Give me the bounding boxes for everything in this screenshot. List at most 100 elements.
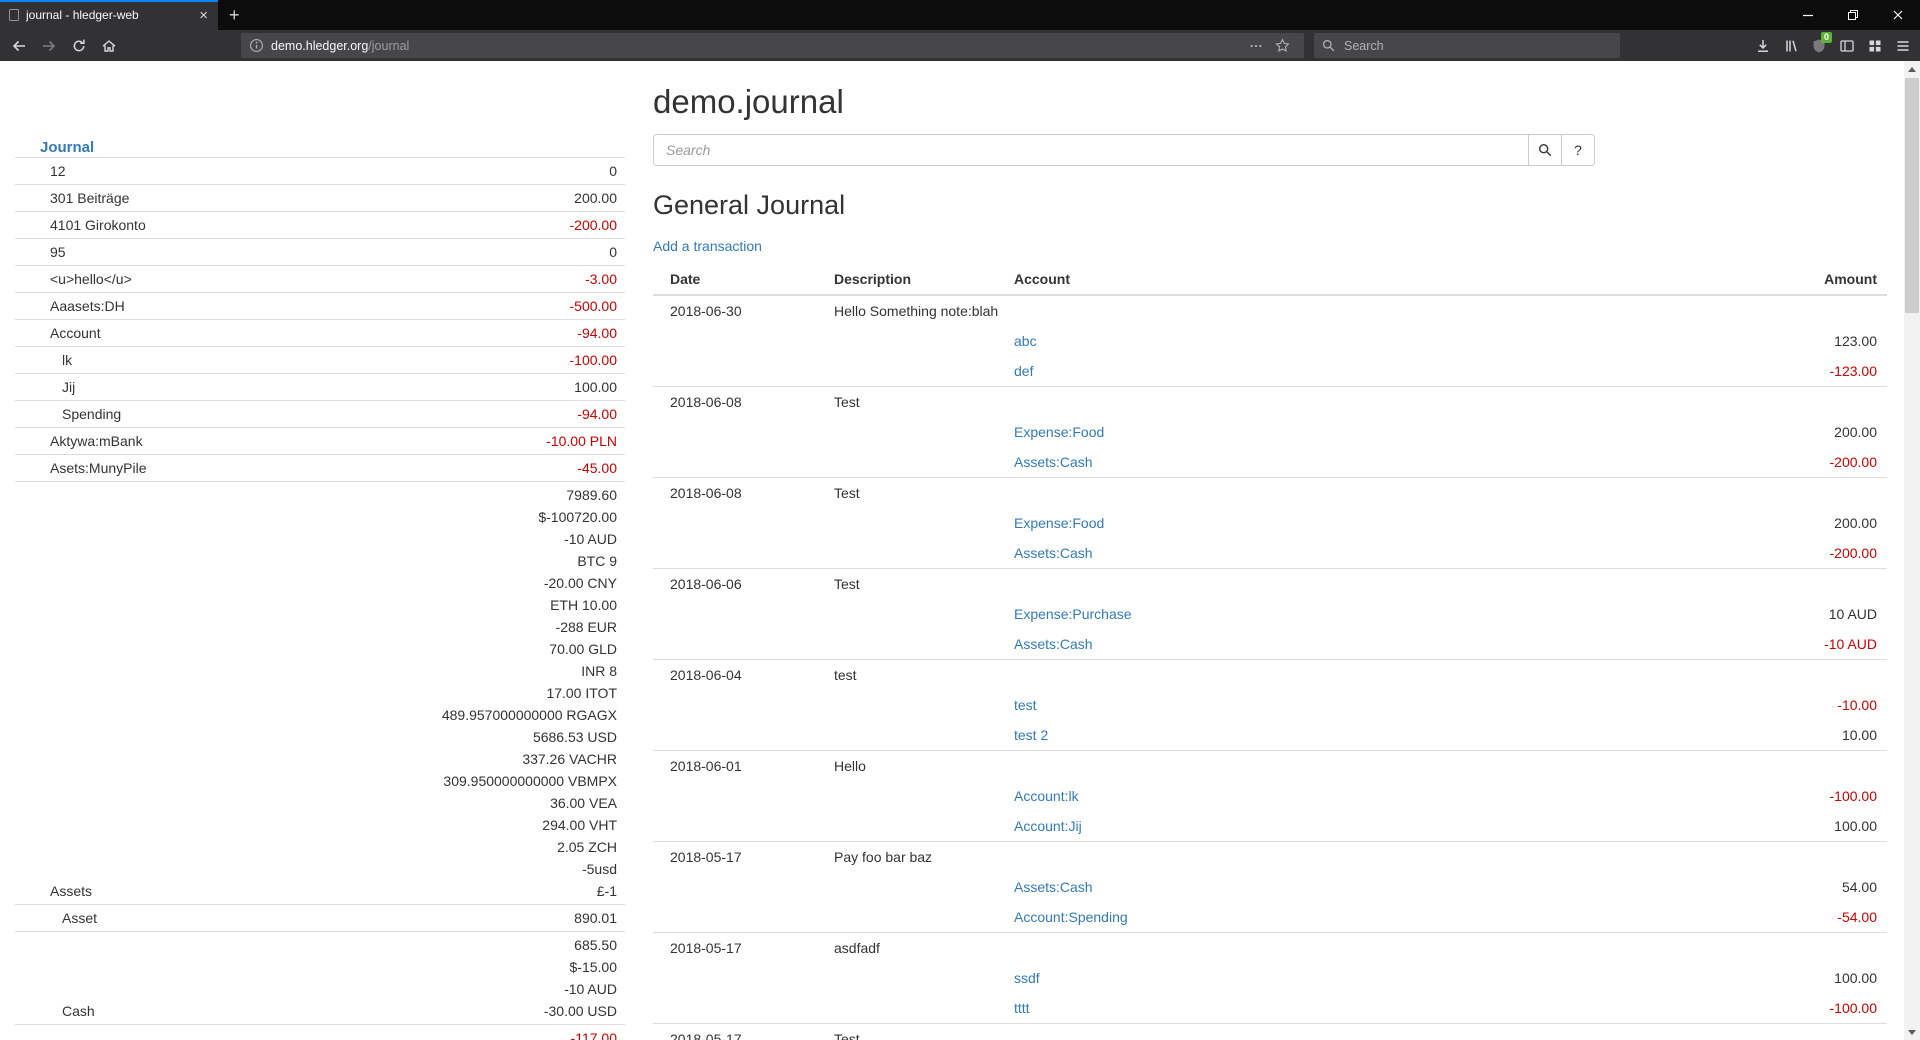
account-name[interactable]: <u>hello</u> [15, 266, 270, 293]
journal-main: demo.journal ? General Journal Add a tra… [653, 61, 1887, 1040]
transaction-row[interactable]: 2018-06-06Test [653, 569, 1887, 600]
browser-search-input[interactable] [1342, 38, 1612, 54]
posting-account-link[interactable]: Assets:Cash [1014, 636, 1093, 652]
downloads-icon[interactable] [1749, 32, 1777, 59]
posting-account-link[interactable]: ssdf [1014, 970, 1040, 986]
transaction-row[interactable]: 2018-05-17asdfadf [653, 933, 1887, 964]
balance-amount: 309.950000000000 VBMPX [270, 770, 617, 792]
add-transaction-link[interactable]: Add a transaction [653, 236, 762, 256]
posting-account-link[interactable]: Assets:Cash [1014, 454, 1093, 470]
account-name[interactable]: 95 [15, 239, 270, 266]
reload-icon[interactable] [65, 32, 93, 59]
browser-search-bar[interactable] [1314, 33, 1620, 58]
journal-link[interactable]: Journal [40, 139, 625, 157]
transaction-row[interactable]: 2018-06-01Hello [653, 751, 1887, 782]
account-name[interactable]: 301 Beiträge [15, 185, 270, 212]
posting-row: ssdf100.00 [653, 963, 1887, 993]
balance-amount: -45.00 [270, 457, 617, 479]
posting-account-link[interactable]: test [1014, 697, 1037, 713]
account-name[interactable]: Aaasets:DH [15, 293, 270, 320]
account-name[interactable]: Cash [15, 932, 270, 1025]
account-name[interactable]: lk [15, 347, 270, 374]
account-balance: -117.00 [270, 1025, 625, 1040]
account-name[interactable]: 4101 Girokonto [15, 212, 270, 239]
scrollbar-thumb[interactable] [1905, 78, 1919, 313]
transaction-date: 2018-06-08 [653, 387, 834, 418]
posting-account-link[interactable]: Expense:Purchase [1014, 606, 1132, 622]
apps-grid-icon[interactable] [1861, 32, 1889, 59]
posting-account-link[interactable]: def [1014, 363, 1033, 379]
page-actions-icon[interactable] [1243, 39, 1269, 53]
transaction-date: 2018-06-08 [653, 478, 834, 509]
transaction-date: 2018-06-30 [653, 295, 834, 326]
posting-account-link[interactable]: Assets:Cash [1014, 879, 1093, 895]
new-tab-button[interactable]: + [218, 0, 251, 30]
posting-account-link[interactable]: test 2 [1014, 727, 1048, 743]
balance-amount: 70.00 GLD [270, 638, 617, 660]
account-name[interactable]: Assets [15, 482, 270, 905]
posting-account-link[interactable]: tttt [1014, 1000, 1030, 1016]
window-controls [1785, 0, 1920, 30]
balance-amount: 294.00 VHT [270, 814, 617, 836]
transaction-row[interactable]: 2018-06-30Hello Something note:blah [653, 295, 1887, 326]
account-name[interactable]: Spending [15, 401, 270, 428]
posting-account-link[interactable]: Assets:Cash [1014, 545, 1093, 561]
posting-account-link[interactable]: abc [1014, 333, 1037, 349]
account-name[interactable]: Asets:MunyPile [15, 455, 270, 482]
menu-hamburger-icon[interactable] [1889, 32, 1917, 59]
transaction-row[interactable]: 2018-06-08Test [653, 478, 1887, 509]
forward-icon[interactable] [35, 32, 63, 59]
account-name[interactable]: Account [15, 320, 270, 347]
library-icon[interactable] [1777, 32, 1805, 59]
tab-close-icon[interactable]: × [197, 8, 210, 23]
adblocker-extension-icon[interactable]: 0 [1805, 32, 1833, 59]
account-balance: 0 [270, 239, 625, 266]
balance-amount: 337.26 VACHR [270, 748, 617, 770]
home-icon[interactable] [95, 32, 123, 59]
account-balance: -10.00 PLN [270, 428, 625, 455]
minimize-button[interactable] [1785, 0, 1830, 30]
site-info-icon[interactable] [249, 38, 264, 53]
transaction-row[interactable]: 2018-05-17Pay foo bar baz [653, 842, 1887, 873]
posting-row: Assets:Cash -200.00 [653, 538, 1887, 569]
balance-amount: $-15.00 [270, 956, 617, 978]
balance-amount: -500.00 [270, 295, 617, 317]
back-icon[interactable] [5, 32, 33, 59]
balance-amount: BTC 9 [270, 550, 617, 572]
balance-amount: 5686.53 USD [270, 726, 617, 748]
sidebar-toggle-icon[interactable] [1833, 32, 1861, 59]
account-name[interactable]: Asset [15, 905, 270, 932]
balance-amount: 489.957000000000 RGAGX [270, 704, 617, 726]
page-scrollbar[interactable] [1904, 61, 1920, 1040]
url-path: /journal [368, 39, 409, 53]
bookmark-star-icon[interactable] [1269, 38, 1296, 53]
url-bar[interactable]: demo.hledger.org/journal [241, 33, 1304, 58]
posting-account-link[interactable]: Expense:Food [1014, 424, 1104, 440]
account-name[interactable]: Aktywa:mBank [15, 428, 270, 455]
account-name[interactable]: Jij [15, 374, 270, 401]
browser-tab[interactable]: journal - hledger-web × [0, 0, 218, 30]
transaction-row[interactable]: 2018-05-17Test [653, 1024, 1887, 1040]
balance-amount: 36.00 VEA [270, 792, 617, 814]
balance-amount: -30.00 USD [270, 1000, 617, 1022]
transaction-row[interactable]: 2018-06-08Test [653, 387, 1887, 418]
posting-account-link[interactable]: Account:Jij [1014, 818, 1082, 834]
posting-row: tttt-100.00 [653, 993, 1887, 1024]
column-header-description: Description [834, 264, 1014, 295]
search-button[interactable] [1528, 134, 1562, 166]
transaction-row[interactable]: 2018-06-04test [653, 660, 1887, 691]
account-balance: 685.50$-15.00-10 AUD-30.00 USD [270, 932, 625, 1025]
account-name[interactable] [15, 1025, 270, 1040]
posting-row: Expense:Food200.00 [653, 508, 1887, 538]
posting-account-link[interactable]: Expense:Food [1014, 515, 1104, 531]
balance-amount: -10.00 PLN [270, 430, 617, 452]
posting-account-link[interactable]: Account:Spending [1014, 909, 1128, 925]
account-name[interactable]: 12 [15, 158, 270, 185]
posting-amount: -200.00 [1587, 538, 1887, 569]
posting-account-link[interactable]: Account:lk [1014, 788, 1079, 804]
close-window-button[interactable] [1875, 0, 1920, 30]
journal-search-input[interactable] [653, 134, 1529, 166]
scroll-up-icon[interactable] [1904, 61, 1920, 77]
search-help-button[interactable]: ? [1561, 134, 1595, 166]
restore-button[interactable] [1830, 0, 1875, 30]
